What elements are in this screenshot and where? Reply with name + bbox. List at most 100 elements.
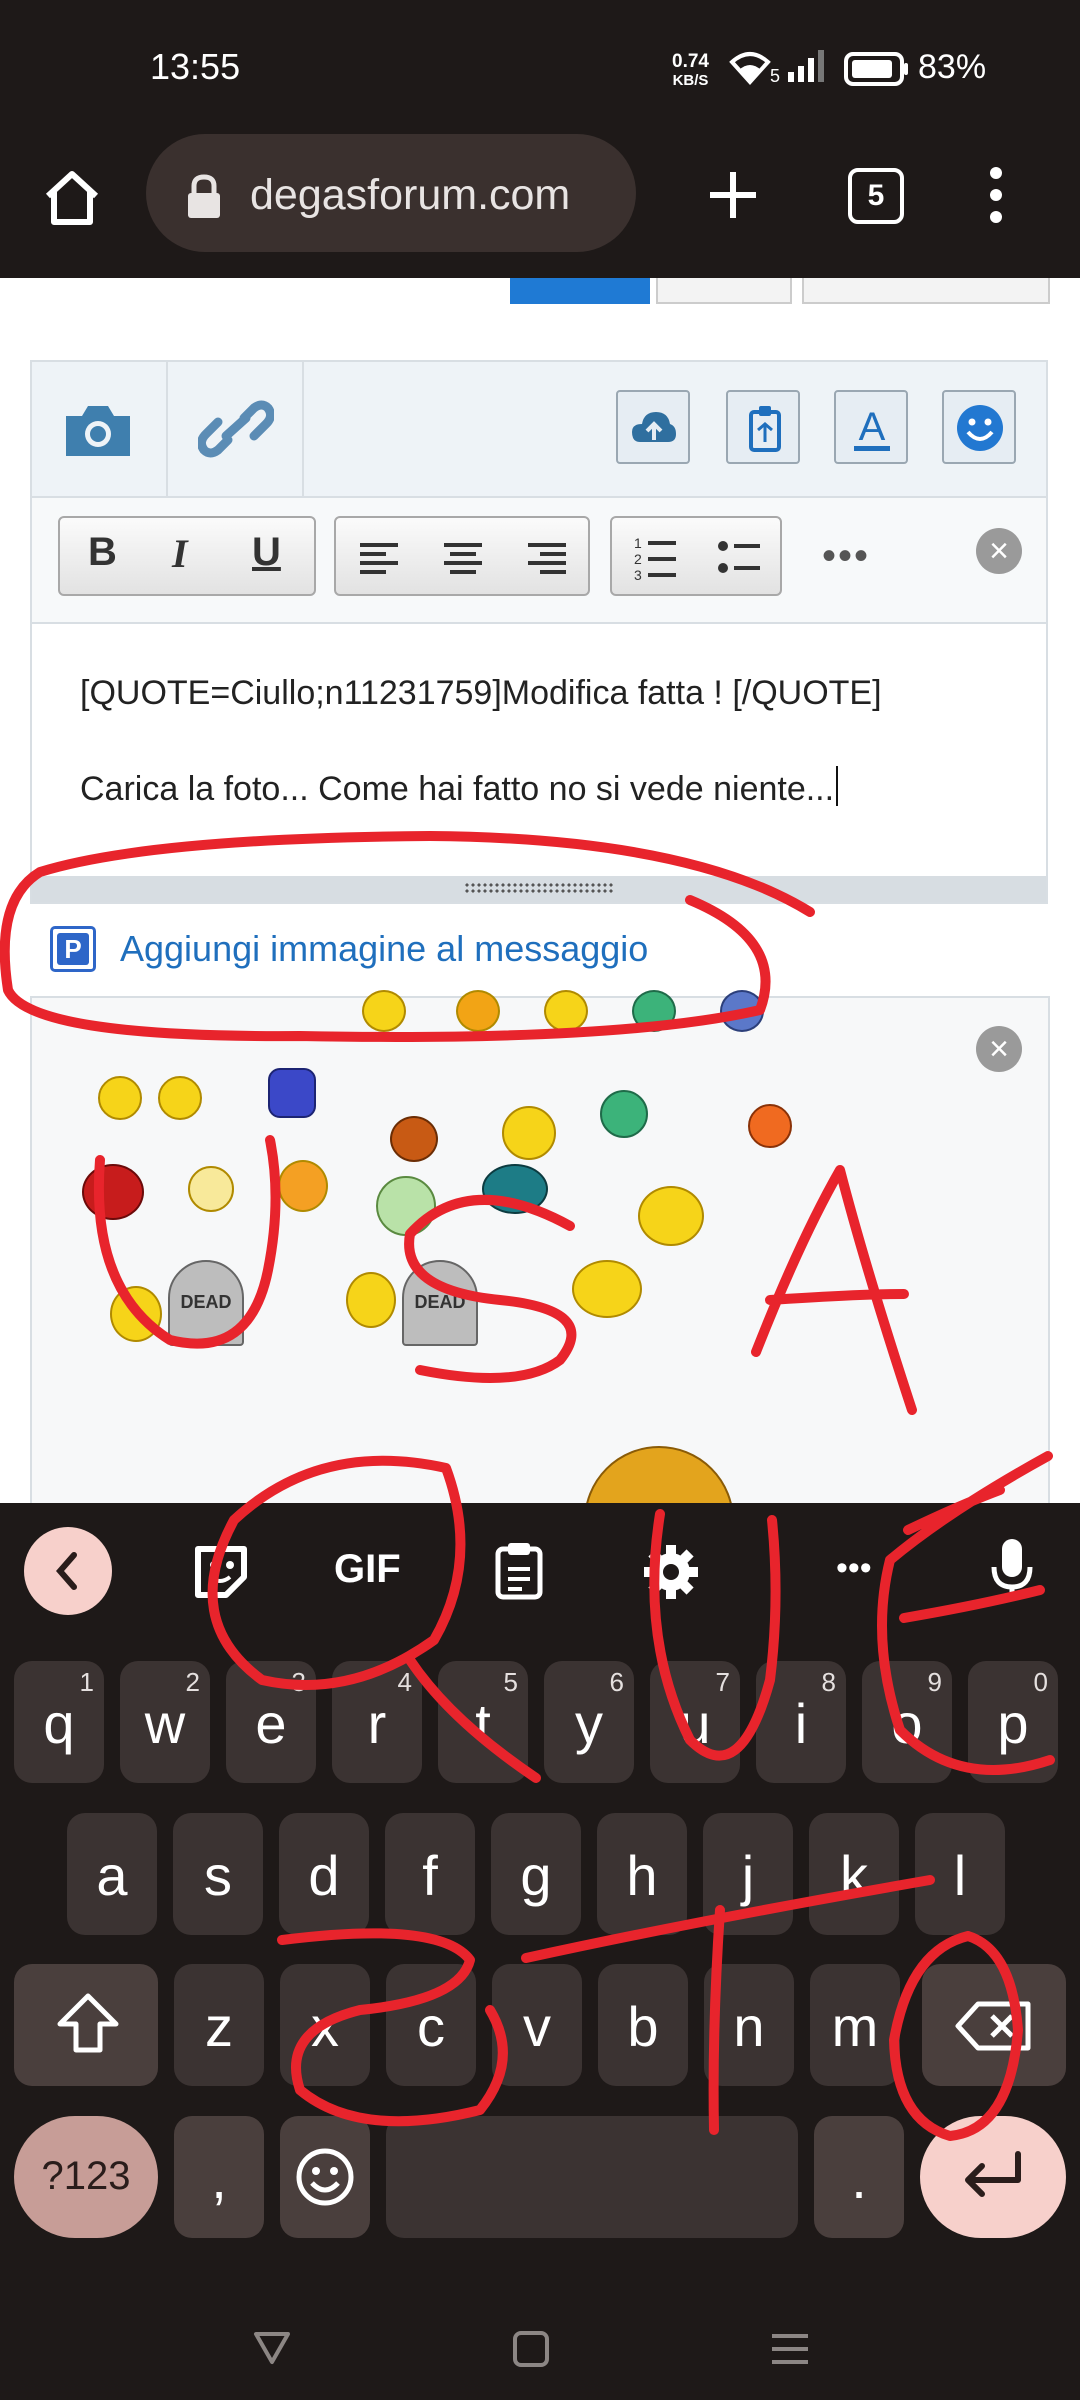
key-x[interactable]: x [280,1964,370,2086]
key-s[interactable]: s [173,1813,263,1935]
postimage-icon[interactable]: P [50,926,96,972]
smiley-banging-wall[interactable] [748,1104,792,1148]
camera-cell[interactable] [32,362,168,496]
key-v[interactable]: v [492,1964,582,2086]
clipboard-icon[interactable] [494,1541,544,1601]
key-u[interactable]: u7 [650,1661,740,1783]
close-toolbar-icon[interactable]: × [976,528,1022,574]
key-t[interactable]: t5 [438,1661,528,1783]
key-d[interactable]: d [279,1813,369,1935]
key-n[interactable]: n [704,1964,794,2086]
key-e[interactable]: e3 [226,1661,316,1783]
key-y[interactable]: y6 [544,1661,634,1783]
microphone-icon[interactable] [990,1537,1034,1603]
key-p[interactable]: p0 [968,1661,1058,1783]
key-h[interactable]: h [597,1813,687,1935]
period-key[interactable]: . [814,2116,904,2238]
key-w[interactable]: w2 [120,1661,210,1783]
link-icon[interactable] [198,396,274,462]
keyboard-more-button[interactable]: ••• [836,1549,872,1588]
address-bar[interactable]: degasforum.com [146,134,636,252]
resize-handle[interactable] [32,876,1046,902]
symbols-key[interactable]: ?123 [14,2116,158,2238]
back-nav-icon[interactable] [252,2330,292,2366]
align-right-icon[interactable] [526,542,568,574]
smiley-blush[interactable] [456,990,500,1032]
key-a[interactable]: a [67,1813,157,1935]
smiley-green-grin[interactable] [632,990,676,1032]
new-tab-icon[interactable] [706,168,760,222]
smiley-smile[interactable] [544,990,588,1032]
smiley-pope[interactable] [638,1186,704,1246]
key-r[interactable]: r4 [332,1661,422,1783]
ordered-list-icon[interactable]: 1 2 3 [634,534,678,582]
italic-button[interactable]: I [172,530,188,577]
key-q[interactable]: q1 [14,1661,104,1783]
key-j[interactable]: j [703,1813,793,1935]
recents-nav-icon[interactable] [770,2332,810,2366]
key-l[interactable]: l [915,1813,1005,1935]
sticker-icon[interactable] [192,1543,250,1601]
cloud-upload-button[interactable] [616,390,690,464]
post-button-partial[interactable] [510,278,650,304]
key-o[interactable]: o9 [862,1661,952,1783]
backspace-key[interactable] [922,1964,1066,2086]
smiley-hugging[interactable] [98,1076,142,1120]
camera-icon[interactable] [60,400,136,460]
smiley-eek[interactable] [188,1166,234,1212]
settings-icon[interactable] [642,1543,700,1601]
tab-switcher-icon[interactable]: 5 [848,168,904,224]
message-textarea[interactable]: [QUOTE=Ciullo;n11231759]Modifica fatta !… [32,624,1046,876]
smiley-ninja[interactable] [482,1164,548,1214]
add-image-label[interactable]: Aggiungi immagine al messaggio [120,928,648,970]
smiley-rolleyes[interactable] [278,1160,328,1212]
tombstone-dead[interactable]: DEAD [168,1260,244,1346]
smiley-pope-3[interactable] [346,1272,396,1328]
home-icon[interactable] [40,166,104,228]
smiley-button[interactable] [942,390,1016,464]
shift-key[interactable] [14,1964,158,2086]
preview-button-partial[interactable] [656,278,792,304]
smiley-green-thumbs[interactable] [600,1090,648,1138]
close-smilies-icon[interactable]: × [976,1026,1022,1072]
smiley-hugging-2[interactable] [158,1076,202,1120]
smiley-king[interactable] [376,1176,436,1236]
smiley-sombrero[interactable] [584,1446,734,1503]
key-i[interactable]: i8 [756,1661,846,1783]
enter-key[interactable] [920,2116,1066,2238]
key-z[interactable]: z [174,1964,264,2086]
underline-button[interactable]: U [252,530,281,575]
smiley-blue-mask[interactable] [268,1068,316,1118]
key-c[interactable]: c [386,1964,476,2086]
menu-icon[interactable] [984,164,1008,226]
smiley-angry-brown[interactable] [390,1116,438,1162]
space-key[interactable] [386,2116,798,2238]
key-g[interactable]: g [491,1813,581,1935]
comma-key[interactable]: , [174,2116,264,2238]
smiley-grin[interactable] [362,990,406,1032]
key-f[interactable]: f [385,1813,475,1935]
key-k[interactable]: k [809,1813,899,1935]
key-m[interactable]: m [810,1964,900,2086]
bullet-list-icon[interactable] [718,540,762,576]
align-left-icon[interactable] [358,542,400,574]
more-formatting-button[interactable]: ••• [822,534,870,579]
smiley-devil[interactable] [82,1164,144,1220]
clipboard-button[interactable] [726,390,800,464]
key-b[interactable]: b [598,1964,688,2086]
smiley-cool[interactable] [502,1106,556,1160]
bold-button[interactable]: B [88,530,117,575]
gif-button[interactable]: GIF [334,1547,401,1592]
emoji-key[interactable] [280,2116,370,2238]
smiley-pope-2[interactable] [110,1286,162,1342]
tombstone-dead-2[interactable]: DEAD [402,1260,478,1346]
grip-dots[interactable] [464,882,614,894]
align-center-icon[interactable] [442,542,484,574]
add-image-link[interactable]: P Aggiungi immagine al messaggio [50,926,648,972]
lock-icon[interactable] [184,174,224,220]
smiley-cowboy[interactable] [572,1260,642,1318]
keyboard-collapse-button[interactable] [24,1527,112,1615]
home-nav-icon[interactable] [512,2330,550,2368]
link-cell[interactable] [168,362,304,496]
advanced-button-partial[interactable] [802,278,1050,304]
